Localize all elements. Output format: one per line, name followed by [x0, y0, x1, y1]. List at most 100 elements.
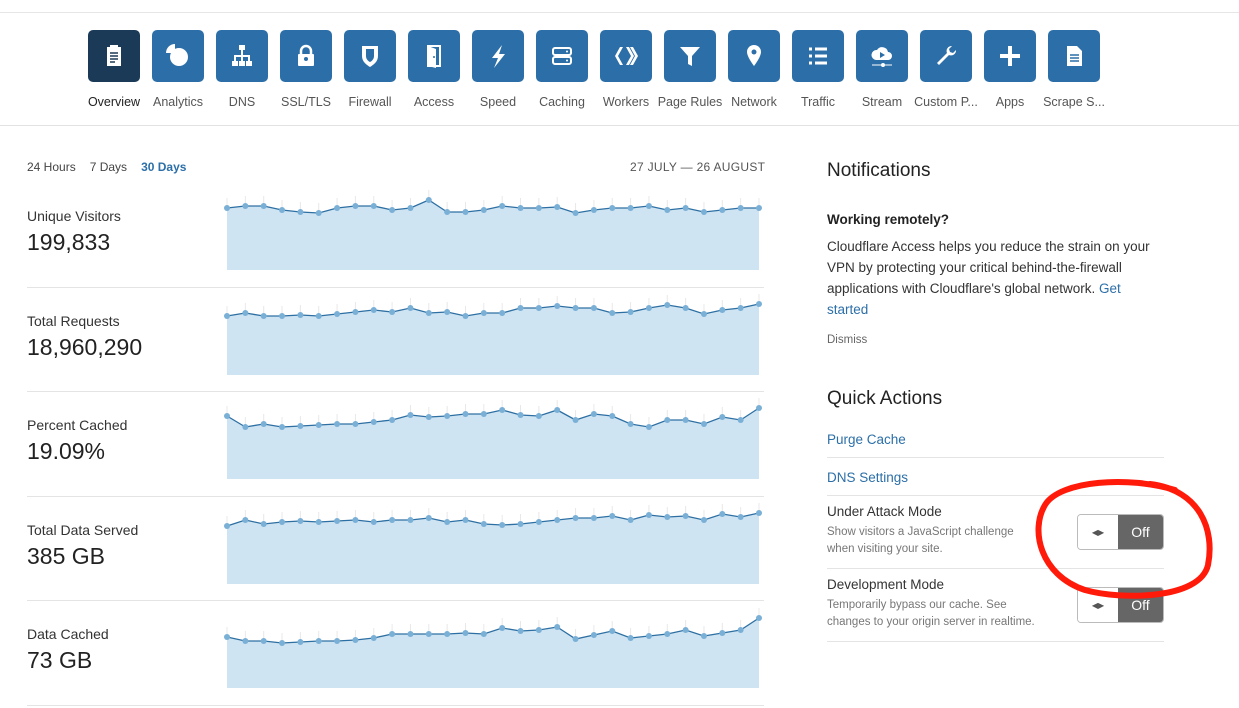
- sparkline-point: [535, 304, 542, 311]
- sparkline-point: [297, 209, 304, 215]
- dismiss-link[interactable]: Dismiss: [827, 334, 1164, 346]
- nav-item-caching[interactable]: Caching: [530, 30, 594, 109]
- nav-item-traffic[interactable]: Traffic: [786, 30, 850, 109]
- nav-item-speed[interactable]: Speed: [466, 30, 530, 109]
- sparkline-point: [224, 413, 230, 419]
- dns-settings-link[interactable]: DNS Settings: [827, 458, 1164, 496]
- metric-label: Data Cached: [27, 626, 109, 642]
- sparkline-point: [737, 513, 744, 520]
- plus-icon: [1000, 46, 1020, 66]
- metric-value: 199,833: [27, 229, 111, 255]
- sparkline-point: [315, 210, 322, 216]
- sparkline-point: [517, 412, 524, 418]
- sparkline-point: [700, 310, 707, 317]
- nav-label: Scrape S...: [1043, 95, 1105, 109]
- nav-label: Access: [413, 95, 455, 109]
- development-mode-toggle[interactable]: ◀▶ Off: [1077, 587, 1164, 623]
- sparkline-point: [480, 309, 487, 316]
- under-attack-mode-toggle[interactable]: ◀▶ Off: [1077, 514, 1164, 550]
- development-mode-row: Development Mode Temporarily bypass our …: [827, 569, 1164, 642]
- sparkline-point: [389, 417, 396, 423]
- nav-tile: [792, 30, 844, 82]
- nav-item-firewall[interactable]: Firewall: [338, 30, 402, 109]
- nav-tile: [728, 30, 780, 82]
- sparkline-point: [664, 513, 671, 520]
- sparkline-point: [700, 633, 707, 639]
- document-icon: [1067, 46, 1082, 66]
- nav-tile: [984, 30, 1036, 82]
- nav-item-workers[interactable]: Workers: [594, 30, 658, 109]
- sparkline-point: [315, 518, 322, 525]
- sparkline-point: [737, 417, 744, 423]
- sparkline-area: [227, 618, 759, 688]
- toggle-handle-icon: ◀▶: [1078, 515, 1118, 549]
- sparkline-point: [242, 424, 249, 430]
- server-icon: [552, 47, 572, 65]
- door-icon: [427, 45, 441, 68]
- range-24h[interactable]: 24 Hours: [27, 160, 76, 174]
- sparkline-point: [279, 518, 286, 525]
- nav-item-page-rules[interactable]: Page Rules: [658, 30, 722, 109]
- metric-value: 73 GB: [27, 647, 93, 673]
- sparkline-area: [227, 408, 759, 479]
- sparkline-point: [609, 413, 616, 419]
- sparkline-area: [227, 200, 759, 270]
- sparkline-point: [682, 205, 689, 211]
- sparkline-point: [389, 207, 396, 213]
- nav-item-custom-p[interactable]: Custom P...: [914, 30, 978, 109]
- sparkline-point: [389, 308, 396, 315]
- sparkline-point: [242, 516, 249, 523]
- sparkline-point: [480, 207, 487, 213]
- purge-cache-link[interactable]: Purge Cache: [827, 420, 1164, 458]
- sparkline-point: [609, 512, 616, 519]
- shield-icon: [362, 46, 378, 67]
- nav-item-scrape-s[interactable]: Scrape S...: [1042, 30, 1106, 109]
- sparkline-point: [627, 205, 634, 211]
- sparkline-point: [499, 407, 506, 413]
- top-divider: [0, 12, 1239, 13]
- sparkline-point: [682, 304, 689, 311]
- nav-item-apps[interactable]: Apps: [978, 30, 1042, 109]
- range-30d[interactable]: 30 Days: [141, 160, 186, 174]
- toggle-handle-icon: ◀▶: [1078, 588, 1118, 622]
- sparkline-chart: [224, 293, 762, 375]
- nav-item-overview[interactable]: Overview: [82, 30, 146, 109]
- metric-row: Total Requests 18,960,290: [27, 288, 764, 392]
- sparkline-point: [389, 631, 396, 637]
- nav-item-ssl-tls[interactable]: SSL/TLS: [274, 30, 338, 109]
- sparkline-point: [682, 627, 689, 633]
- sparkline-chart: [224, 398, 762, 479]
- notification-heading: Working remotely?: [827, 212, 950, 227]
- sparkline-point: [260, 312, 267, 319]
- sparkline-point: [719, 630, 726, 636]
- sparkline-point: [554, 624, 561, 630]
- sparkline-point: [462, 516, 469, 523]
- sparkline-point: [334, 517, 341, 524]
- nav-tile: [152, 30, 204, 82]
- toggle-description: Show visitors a JavaScript challenge whe…: [827, 526, 1014, 555]
- nav-item-access[interactable]: Access: [402, 30, 466, 109]
- sparkline-point: [535, 518, 542, 525]
- sparkline-point: [756, 509, 762, 516]
- sparkline-point: [719, 207, 726, 213]
- nav-tile: [664, 30, 716, 82]
- sparkline-point: [590, 207, 597, 213]
- lock-icon: [298, 44, 314, 66]
- nav-item-dns[interactable]: DNS: [210, 30, 274, 109]
- nav-item-network[interactable]: Network: [722, 30, 786, 109]
- metric-label: Total Data Served: [27, 521, 139, 538]
- nav-label: Page Rules: [657, 95, 723, 109]
- sparkline-point: [682, 512, 689, 519]
- sparkline-point: [590, 632, 597, 638]
- nav-label: Caching: [539, 95, 585, 109]
- metric-label: Unique Visitors: [27, 208, 121, 224]
- toggle-state: Off: [1118, 588, 1163, 622]
- nav-item-stream[interactable]: Stream: [850, 30, 914, 109]
- metric-row: Percent Cached 19.09%: [27, 392, 764, 497]
- nav-label: Stream: [861, 95, 903, 109]
- sparkline-point: [407, 205, 414, 211]
- range-7d[interactable]: 7 Days: [90, 160, 127, 174]
- nav-tile: [472, 30, 524, 82]
- nav-item-analytics[interactable]: Analytics: [146, 30, 210, 109]
- sparkline-point: [279, 207, 286, 213]
